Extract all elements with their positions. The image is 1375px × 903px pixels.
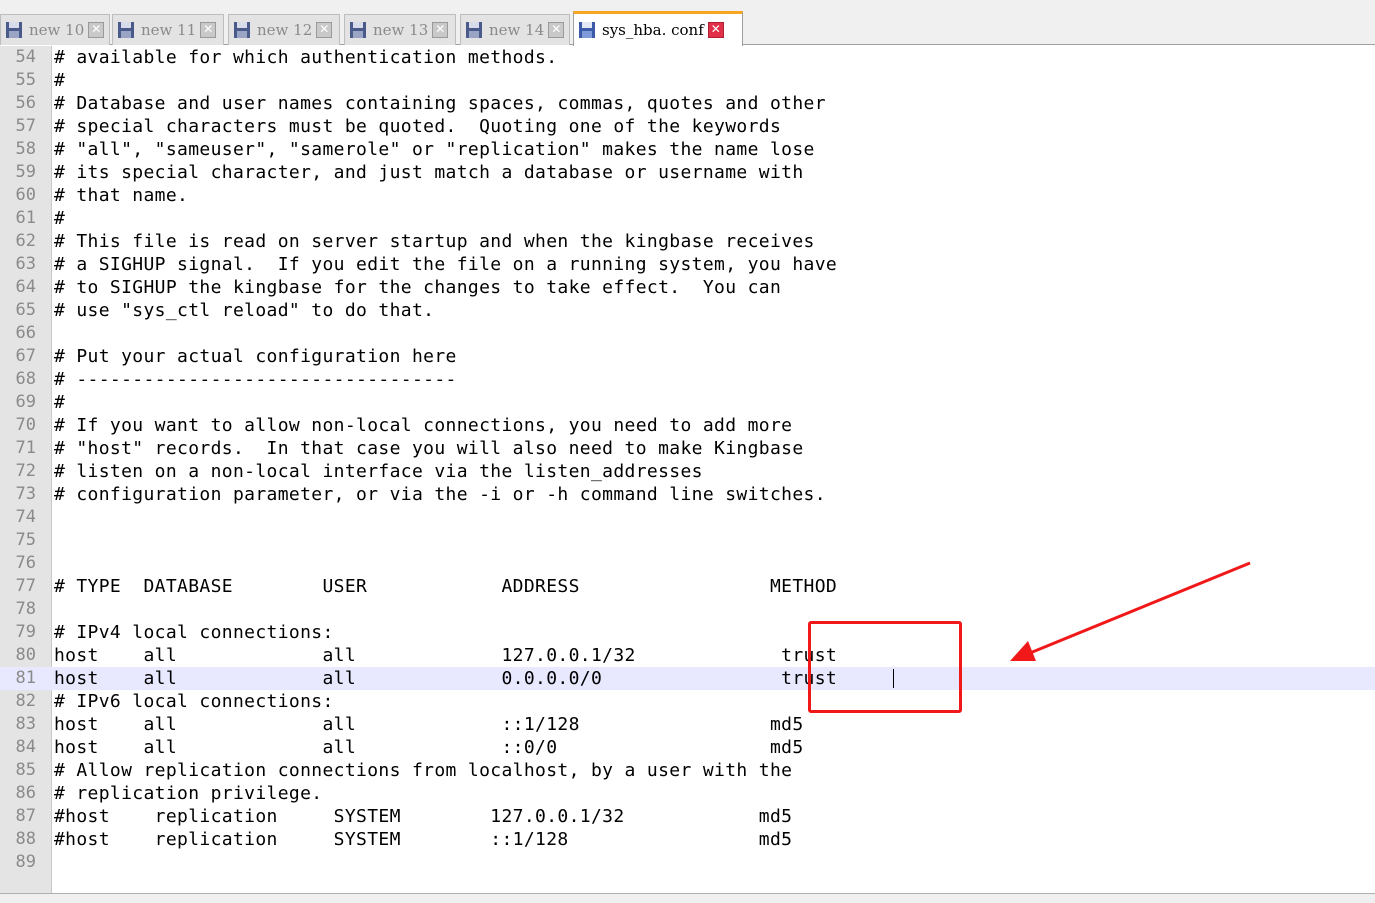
red-arrow-icon — [1010, 561, 1251, 661]
